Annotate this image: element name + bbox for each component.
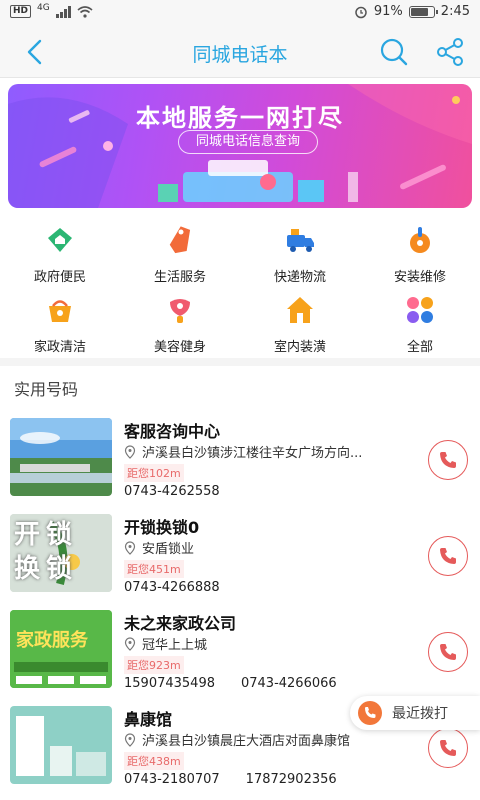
listing-distance: 距您102m (124, 464, 184, 482)
category-life-services[interactable]: 生活服务 (120, 222, 240, 286)
phone-icon (440, 452, 456, 468)
category-label: 快递物流 (273, 270, 326, 285)
call-button[interactable] (428, 440, 468, 480)
all-categories-icon (407, 297, 433, 323)
listing-name: 未之来家政公司 (124, 614, 237, 633)
banner-title: 本地服务一网打尽 (136, 104, 344, 132)
location-pin-icon (124, 732, 136, 747)
category-decoration[interactable]: 室内装潢 (240, 292, 360, 356)
tools-icon (410, 227, 430, 253)
category-repair[interactable]: 安装维修 (360, 222, 480, 286)
phone-icon (440, 740, 456, 756)
category-all[interactable]: 全部 (360, 292, 480, 356)
promo-banner[interactable]: 本地服务一网打尽 同城电话信息查询 (8, 84, 472, 208)
thumbnail-caption: 家政服务 (16, 630, 88, 651)
cleaning-bucket-icon (49, 300, 71, 322)
listing-item[interactable]: 开锁换锁 开锁换锁0 安盾锁业 距您451m 0743-4266888 (0, 514, 480, 610)
category-delivery[interactable]: 快递物流 (240, 222, 360, 286)
category-label: 生活服务 (153, 270, 206, 285)
listing-phones: 0743-2180707 17872902356 (124, 772, 337, 787)
share-icon[interactable] (434, 36, 466, 68)
listing-item[interactable]: 客服咨询中心 泸溪县白沙镇涉江楼往辛女广场方向... 距您102m 0743-4… (0, 418, 480, 514)
listing-thumbnail: 开锁换锁 (10, 514, 112, 592)
wifi-icon (77, 5, 93, 18)
listing-thumbnail (10, 706, 112, 784)
listing-phones: 15907435498 0743-4266066 (124, 676, 337, 691)
listing-address: 安盾锁业 (124, 538, 410, 557)
listing-address-text: 泸溪县白沙镇晨庄大酒店对面鼻康馆 (142, 734, 351, 749)
listing-distance: 距您923m (124, 656, 184, 674)
recent-calls-label: 最近拨打 (392, 706, 448, 722)
government-icon (48, 228, 72, 252)
listing-thumbnail: 家政服务 (10, 610, 112, 688)
category-label: 家政清洁 (33, 340, 86, 355)
listing-phones: 0743-4262558 (124, 484, 220, 499)
category-beauty[interactable]: 美容健身 (120, 292, 240, 356)
search-icon[interactable] (378, 36, 410, 68)
tag-icon (169, 226, 191, 254)
phone-number[interactable]: 15907435498 (124, 676, 215, 691)
phone-number[interactable]: 0743-4266066 (241, 676, 337, 691)
phone-number[interactable]: 17872902356 (246, 772, 337, 787)
listing-name: 鼻康馆 (124, 710, 173, 729)
listing-distance: 距您451m (124, 560, 184, 578)
category-label: 安装维修 (393, 270, 446, 285)
hd-indicator: HD (10, 5, 32, 18)
clock: 2:45 (440, 4, 470, 19)
phone-icon (440, 644, 456, 660)
thumbnail-caption: 开锁换锁 (14, 520, 79, 584)
house-icon (287, 297, 313, 323)
call-button[interactable] (428, 632, 468, 672)
listing-address-text: 泸溪县白沙镇涉江楼往辛女广场方向... (142, 446, 363, 461)
listing-name: 开锁换锁0 (124, 518, 200, 537)
listing-item[interactable]: 家政服务 未之来家政公司 冠华上上城 距您923m 15907435498 07… (0, 610, 480, 706)
signal-icon (55, 5, 71, 18)
listing-address-text: 安盾锁业 (142, 542, 195, 557)
battery-percent: 91% (373, 4, 403, 19)
beauty-icon (170, 299, 190, 323)
category-label: 政府便民 (33, 270, 86, 285)
banner-subtitle: 同城电话信息查询 (178, 130, 318, 154)
alarm-icon (355, 6, 367, 18)
category-label: 全部 (406, 340, 433, 355)
status-bar: HD 4G 91% 2:45 (0, 0, 480, 26)
nav-bar: 同城电话本 (0, 26, 480, 78)
section-title: 实用号码 (14, 380, 79, 399)
phone-icon (440, 548, 456, 564)
category-label: 室内装潢 (273, 340, 326, 355)
listing-thumbnail (10, 418, 112, 496)
listing-phones: 0743-4266888 (124, 580, 220, 595)
network-type: 4G (37, 3, 50, 13)
call-button[interactable] (428, 536, 468, 576)
location-pin-icon (124, 636, 136, 651)
recent-calls-button[interactable]: 最近拨打 (350, 696, 480, 730)
listing-distance: 距您438m (124, 752, 184, 770)
listing-address: 泸溪县白沙镇晨庄大酒店对面鼻康馆 (124, 730, 410, 749)
listing-address: 泸溪县白沙镇涉江楼往辛女广场方向... (124, 442, 410, 461)
category-label: 美容健身 (153, 340, 206, 355)
delivery-truck-icon (287, 229, 314, 252)
listing-address-text: 冠华上上城 (142, 638, 208, 653)
location-pin-icon (124, 540, 136, 555)
location-pin-icon (124, 444, 136, 459)
phone-number[interactable]: 0743-4262558 (124, 484, 220, 499)
phone-number[interactable]: 0743-4266888 (124, 580, 220, 595)
phone-number[interactable]: 0743-2180707 (124, 772, 220, 787)
listing-address: 冠华上上城 (124, 634, 410, 653)
battery-icon (408, 5, 438, 18)
category-cleaning[interactable]: 家政清洁 (0, 292, 120, 356)
section-divider (0, 358, 480, 366)
listing-name: 客服咨询中心 (124, 422, 221, 441)
recent-phone-icon (358, 701, 382, 725)
call-button[interactable] (428, 728, 468, 768)
category-government[interactable]: 政府便民 (0, 222, 120, 286)
